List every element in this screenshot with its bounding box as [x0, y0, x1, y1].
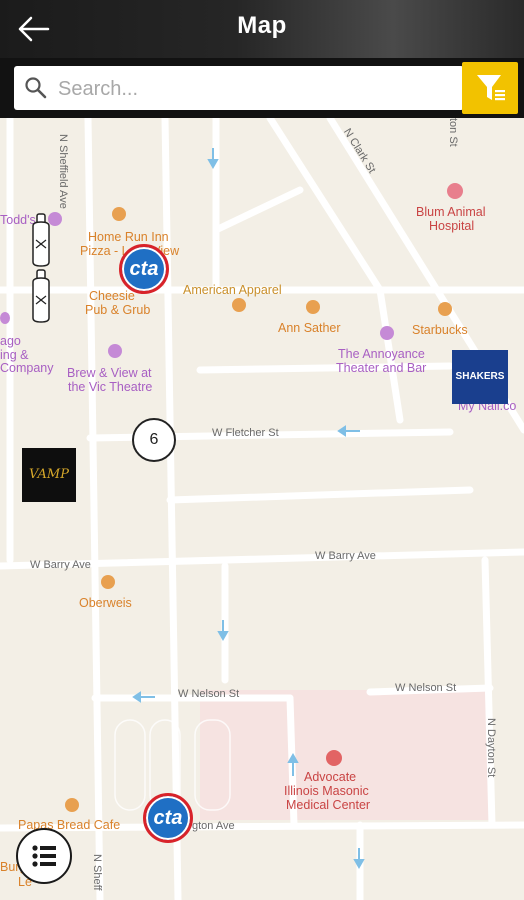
restaurant-pin-icon-ann-sather[interactable]	[306, 300, 320, 314]
venue-logo-vamp[interactable]: VAMP	[22, 448, 76, 502]
street-label-w-nelson-left: W Nelson St	[178, 688, 240, 700]
map-view[interactable]: N Sheffield Ave N Clark St ton St Americ…	[0, 118, 524, 900]
place-label-advocate-3: Medical Center	[286, 798, 371, 812]
search-input[interactable]	[56, 72, 450, 106]
list-view-button[interactable]	[16, 828, 72, 884]
place-label-advocate: Advocate	[304, 770, 357, 784]
place-label-advocate-2: Illinois Masonic	[284, 784, 369, 798]
partial-pin-icon[interactable]	[0, 312, 10, 324]
place-label-blum-2: Hospital	[429, 219, 475, 233]
theater-pin-icon[interactable]	[380, 326, 394, 340]
street-label-w-nelson-right: W Nelson St	[395, 682, 457, 694]
street-label-w-fletcher: W Fletcher St	[212, 427, 279, 439]
street-label-wellington: gton Ave	[192, 820, 235, 832]
place-label-brew-view-2: the Vic Theatre	[68, 380, 153, 394]
place-label-chicago-2: ing &	[0, 348, 29, 362]
place-label-home-run-inn: Home Run Inn	[88, 230, 169, 244]
hospital-pin-icon[interactable]	[326, 750, 342, 766]
street-label-w-barry-left: W Barry Ave	[30, 559, 91, 571]
place-label-cheesie: Cheesie	[89, 289, 135, 303]
venue-logo-shakers[interactable]: SHAKERS	[452, 350, 508, 404]
animal-hospital-pin-icon[interactable]	[447, 183, 463, 199]
place-label-starbucks: Starbucks	[412, 323, 468, 337]
cafe-pin-icon-starbucks[interactable]	[438, 302, 452, 316]
cta-station-marker[interactable]: cta	[119, 244, 169, 294]
street-label-n-dayton: N Dayton St	[485, 718, 497, 778]
page-title: Map	[237, 12, 287, 39]
shop-pin-icon[interactable]	[232, 298, 246, 312]
cluster-marker[interactable]: 6	[132, 418, 176, 462]
app-header: Map	[0, 0, 524, 58]
cta-station-marker-south[interactable]: cta	[143, 793, 193, 843]
street-label-n-sheff-bottom: N Sheff	[91, 854, 103, 891]
cinema-pin-icon[interactable]	[108, 344, 122, 358]
street-label-american-apparel: American Apparel	[183, 283, 282, 297]
search-box[interactable]	[14, 66, 464, 110]
place-label-annoyance: The Annoyance	[338, 347, 425, 361]
list-icon	[32, 845, 56, 867]
map-roads	[0, 118, 524, 900]
restaurant-pin-icon[interactable]	[112, 207, 126, 221]
street-label-top-right: ton St	[447, 118, 459, 147]
place-label-annoyance-2: Theater and Bar	[336, 361, 427, 375]
filter-button[interactable]	[462, 62, 518, 114]
street-label-w-barry-right: W Barry Ave	[315, 550, 376, 562]
place-label-ann-sather: Ann Sather	[278, 321, 341, 335]
place-label-oberweis: Oberweis	[79, 596, 132, 610]
place-label-chicago-1: ago	[0, 334, 21, 348]
street-label-n-sheffield: N Sheffield Ave	[57, 134, 69, 209]
restaurant-pin-icon-oberweis[interactable]	[101, 575, 115, 589]
place-label-blum: Blum Animal	[416, 205, 486, 219]
search-icon	[24, 76, 48, 100]
bottle-marker-icon[interactable]	[28, 212, 58, 324]
place-label-brew-view: Brew & View at	[67, 366, 152, 380]
filter-icon	[477, 75, 505, 101]
place-label-cheesie-2: Pub & Grub	[85, 303, 151, 317]
cafe-pin-icon-papas[interactable]	[65, 798, 79, 812]
place-label-chicago-3: Company	[0, 361, 54, 375]
